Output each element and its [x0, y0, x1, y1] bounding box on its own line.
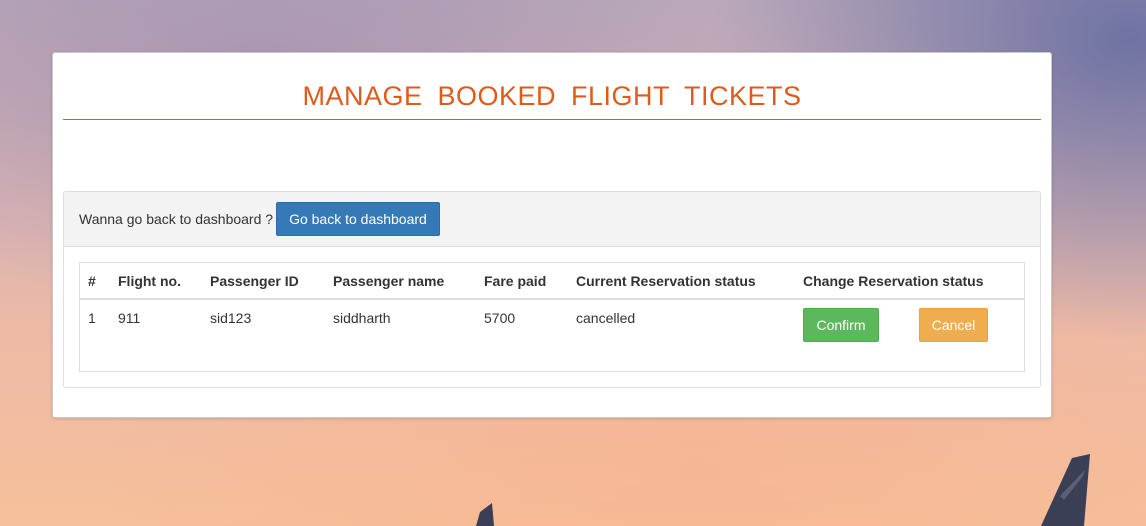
tickets-table: # Flight no. Passenger ID Passenger name… — [80, 263, 1024, 342]
column-header-change-status: Change Reservation status — [795, 263, 1024, 300]
cell-passenger-name: siddharth — [333, 310, 391, 326]
card-heading: Wanna go back to dashboard ? Go back to … — [64, 192, 1040, 247]
table-header-row: # Flight no. Passenger ID Passenger name… — [80, 263, 1024, 300]
go-back-dashboard-button[interactable]: Go back to dashboard — [276, 202, 440, 236]
cell-current-status: cancelled — [576, 310, 636, 326]
tickets-table-wrapper: # Flight no. Passenger ID Passenger name… — [79, 262, 1025, 372]
title-divider — [63, 119, 1041, 120]
manage-tickets-panel: MANAGE BOOKED FLIGHT TICKETS Wanna go ba… — [52, 52, 1052, 418]
cell-passenger-id: sid123 — [210, 310, 252, 326]
tickets-card: Wanna go back to dashboard ? Go back to … — [63, 191, 1041, 388]
confirm-button[interactable]: Confirm — [803, 308, 879, 342]
column-header-current-status: Current Reservation status — [568, 263, 795, 300]
column-header-fare-paid: Fare paid — [476, 263, 568, 300]
cell-change-status: Confirm Cancel — [795, 299, 1024, 342]
airplane-tail-silhouette-icon — [476, 454, 1090, 526]
cell-index: 1 — [88, 310, 96, 326]
column-header-passenger-name: Passenger name — [325, 263, 476, 300]
column-header-passenger-id: Passenger ID — [202, 263, 325, 300]
column-header-flight-no: Flight no. — [110, 263, 202, 300]
cancel-button[interactable]: Cancel — [919, 308, 988, 342]
page-title: MANAGE BOOKED FLIGHT TICKETS — [302, 81, 802, 111]
cell-flight-no: 911 — [118, 310, 141, 326]
table-row: 1 911 sid123 siddharth 5700 cancelled Co… — [80, 299, 1024, 342]
column-header-index: # — [80, 263, 110, 300]
back-prompt-text: Wanna go back to dashboard ? — [79, 211, 274, 227]
cell-fare-paid: 5700 — [484, 310, 516, 326]
